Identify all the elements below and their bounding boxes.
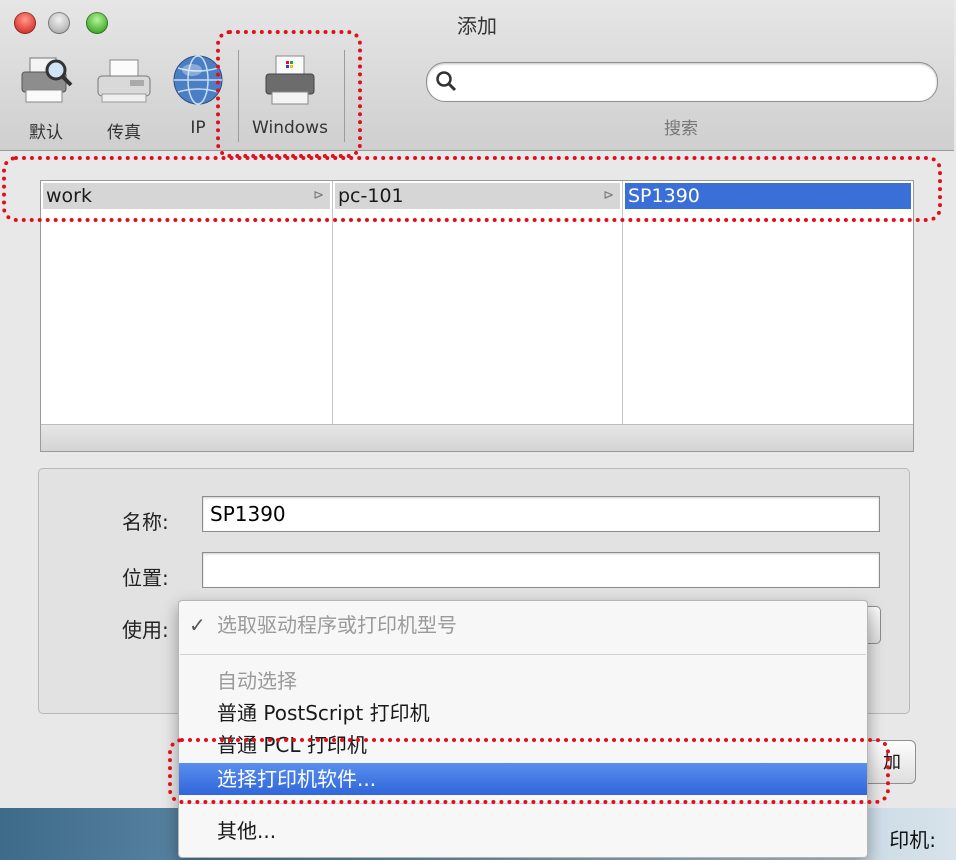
- add-printer-window: 添加 默认 传真 IP Windows 搜索 work ⊳ pc-101 ⊳ S…: [0, 0, 956, 860]
- window-title: 添加: [457, 14, 497, 38]
- browser-item-label: work: [46, 185, 92, 207]
- menu-item-generic-postscript[interactable]: 普通 PostScript 打印机: [179, 697, 867, 729]
- toolbar-fax-button[interactable]: 传真: [92, 50, 156, 143]
- use-label: 使用:: [122, 618, 169, 642]
- menu-item-choose-driver[interactable]: ✓ 选取驱动程序或打印机型号: [179, 609, 867, 641]
- menu-item-label: 选取驱动程序或打印机型号: [217, 613, 457, 637]
- location-field[interactable]: [202, 552, 880, 588]
- fax-icon: [97, 59, 151, 103]
- checkmark-icon: ✓: [189, 613, 206, 637]
- name-field[interactable]: [202, 496, 880, 532]
- disclosure-arrow-icon: ⊳: [313, 188, 324, 203]
- menu-item-label: 自动选择: [217, 669, 297, 693]
- toolbar-default-button[interactable]: 默认: [14, 50, 78, 143]
- search-input[interactable]: [426, 62, 938, 102]
- menu-item-other[interactable]: 其他...: [179, 815, 867, 847]
- background-window-text: 印机:: [889, 828, 936, 852]
- globe-icon: [173, 55, 223, 105]
- menu-item-label: 选择打印机软件...: [217, 767, 377, 791]
- menu-item-label: 普通 PostScript 打印机: [217, 701, 430, 725]
- toolbar-divider: [344, 50, 345, 142]
- browser-item-workgroup[interactable]: work ⊳: [43, 183, 330, 209]
- menu-item-label: 普通 PCL 打印机: [217, 733, 367, 757]
- browser-item-printer[interactable]: SP1390: [625, 183, 911, 209]
- browser-item-computer[interactable]: pc-101 ⊳: [335, 183, 620, 209]
- browser-column: SP1390: [623, 181, 913, 425]
- toolbar-ip-button[interactable]: IP: [168, 50, 228, 138]
- toolbar-windows-label: Windows: [252, 118, 328, 138]
- windows-printer-icon: [265, 55, 315, 105]
- menu-item-select-printer-software[interactable]: 选择打印机软件...: [179, 763, 867, 795]
- toolbar-fax-label: 传真: [107, 123, 141, 143]
- disclosure-arrow-icon: ⊳: [603, 188, 614, 203]
- search-box: [426, 62, 938, 102]
- toolbar-divider: [238, 50, 239, 142]
- toolbar: 添加 默认 传真 IP Windows 搜索: [0, 0, 954, 151]
- browser-column: pc-101 ⊳: [333, 181, 623, 425]
- menu-item-auto-select[interactable]: 自动选择: [179, 665, 867, 697]
- menu-separator: [180, 803, 866, 804]
- use-dropdown-menu: ✓ 选取驱动程序或打印机型号 自动选择 普通 PostScript 打印机 普通…: [178, 600, 868, 858]
- browser-item-label: pc-101: [338, 185, 404, 207]
- printer-browser: work ⊳ pc-101 ⊳ SP1390: [40, 180, 914, 452]
- location-label: 位置:: [122, 566, 169, 590]
- browser-scrollbar[interactable]: [41, 424, 913, 451]
- toolbar-default-label: 默认: [29, 123, 63, 143]
- menu-separator: [180, 654, 866, 655]
- menu-item-generic-pcl[interactable]: 普通 PCL 打印机: [179, 729, 867, 761]
- toolbar-windows-button[interactable]: Windows: [244, 50, 336, 138]
- browser-column: work ⊳: [41, 181, 333, 425]
- toolbar-ip-label: IP: [190, 118, 206, 138]
- browser-item-label: SP1390: [628, 185, 700, 207]
- printer-magnifier-icon: [21, 57, 73, 103]
- menu-item-label: 其他...: [217, 819, 277, 843]
- search-label: 搜索: [664, 119, 698, 139]
- name-label: 名称:: [122, 510, 169, 534]
- search-icon: [436, 71, 457, 92]
